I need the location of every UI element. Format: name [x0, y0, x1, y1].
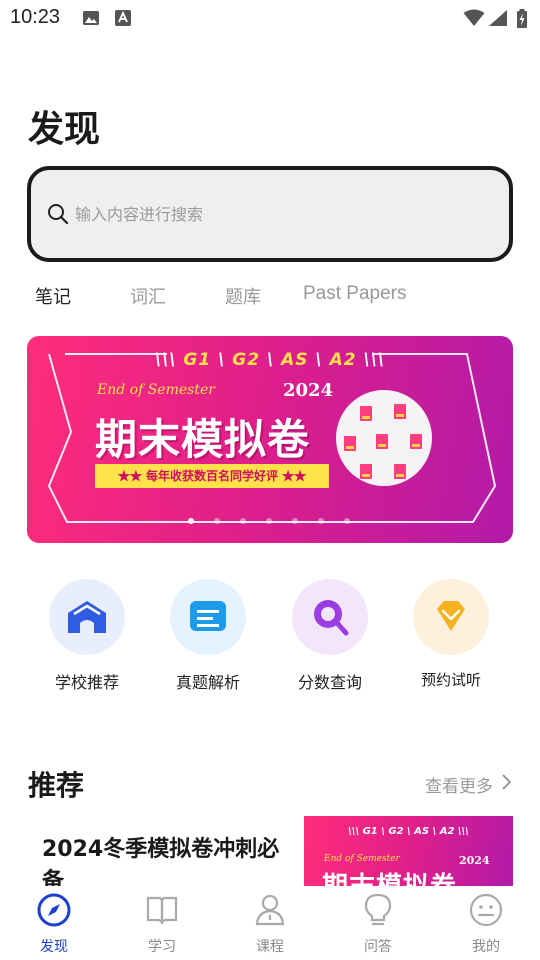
- gallery-notification-icon: [83, 11, 99, 25]
- pagination-dot[interactable]: [292, 518, 298, 524]
- banner-headline: 期末模拟卷: [95, 415, 311, 464]
- face-icon: [469, 893, 503, 927]
- pagination-dot[interactable]: [318, 518, 324, 524]
- battery-charging-icon: [517, 9, 527, 28]
- tab-notes[interactable]: 笔记: [35, 283, 71, 309]
- quick-action-label: 真题解析: [175, 673, 240, 692]
- quick-action-label: 学校推荐: [54, 673, 119, 692]
- diamond-icon: [413, 579, 489, 655]
- person-icon: [255, 894, 285, 926]
- banner-grade-tags: \\\ G1 \ G2 \ AS \ A2 \\\: [154, 350, 386, 370]
- compass-icon: [37, 893, 71, 927]
- quick-action-school[interactable]: 学校推荐: [37, 579, 137, 693]
- pagination-dot[interactable]: [188, 518, 194, 524]
- search-icon: [48, 204, 69, 225]
- nav-label: 课程: [256, 939, 284, 955]
- banner-review-strip: ★★ 每年收获数百名同学好评 ★★: [95, 464, 329, 488]
- recommend-card-thumbnail[interactable]: \\\ G1 \ G2 \ AS \ A2 \\\ End of Semeste…: [304, 816, 513, 888]
- book-icon: [146, 896, 178, 925]
- analysis-icon: [170, 579, 246, 655]
- school-icon: [49, 579, 125, 655]
- quick-action-analysis[interactable]: 真题解析: [158, 579, 258, 693]
- nav-label: 我的: [472, 939, 500, 955]
- nav-label: 发现: [40, 939, 68, 955]
- nav-label: 问答: [364, 939, 392, 955]
- quick-action-trial-booking[interactable]: 预约试听: [401, 579, 501, 690]
- pagination-dot[interactable]: [344, 518, 350, 524]
- thumb-grade-tags: \\\ G1 \ G2 \ AS \ A2 \\\: [348, 826, 469, 837]
- category-tabs: 笔记 词汇 题库 Past Papers: [0, 283, 540, 313]
- search-bar[interactable]: [27, 166, 513, 262]
- lightbulb-icon: [364, 893, 392, 926]
- recommend-section-title: 推荐: [28, 769, 85, 802]
- nav-qa[interactable]: 问答: [338, 892, 418, 956]
- wifi-icon: [463, 9, 485, 26]
- banner-subtitle: End of Semester: [97, 382, 215, 398]
- quick-action-score-search[interactable]: 分数查询: [280, 579, 380, 693]
- page-title: 发现: [28, 109, 101, 150]
- tab-vocabulary[interactable]: 词汇: [130, 283, 166, 309]
- chevron-right-icon[interactable]: [500, 773, 512, 791]
- pagination-dot[interactable]: [214, 518, 220, 524]
- thumb-year: 2024: [459, 854, 490, 867]
- pagination-dot[interactable]: [266, 518, 272, 524]
- nav-courses[interactable]: 课程: [230, 892, 310, 956]
- score-search-icon: [292, 579, 368, 655]
- thumb-subtitle: End of Semester: [324, 854, 400, 864]
- quick-action-label: 分数查询: [297, 673, 362, 692]
- banner-year: 2024: [283, 380, 334, 401]
- tab-question-bank[interactable]: 题库: [225, 283, 261, 309]
- quick-action-label: 预约试听: [420, 671, 481, 689]
- search-input[interactable]: [75, 200, 475, 228]
- thumb-headline: 期末模拟卷: [322, 872, 458, 888]
- signal-icon: [489, 10, 507, 26]
- bottom-navigation: 发现 学习 课程 问答 我的: [0, 886, 540, 960]
- status-time: 10:23: [10, 6, 61, 28]
- banner-pagination: [27, 518, 513, 526]
- nav-discover[interactable]: 发现: [14, 892, 94, 956]
- view-more-link[interactable]: 查看更多: [425, 772, 493, 797]
- nav-study[interactable]: 学习: [122, 892, 202, 956]
- app-notification-icon: [115, 10, 131, 26]
- nav-profile[interactable]: 我的: [446, 892, 526, 956]
- nav-label: 学习: [148, 939, 176, 955]
- promo-banner[interactable]: \\\ G1 \ G2 \ AS \ A2 \\\ End of Semeste…: [27, 336, 513, 543]
- pagination-dot[interactable]: [240, 518, 246, 524]
- banner-papers-illustration: [336, 390, 432, 486]
- tab-past-papers[interactable]: Past Papers: [303, 283, 407, 305]
- status-bar: 10:23: [0, 0, 540, 36]
